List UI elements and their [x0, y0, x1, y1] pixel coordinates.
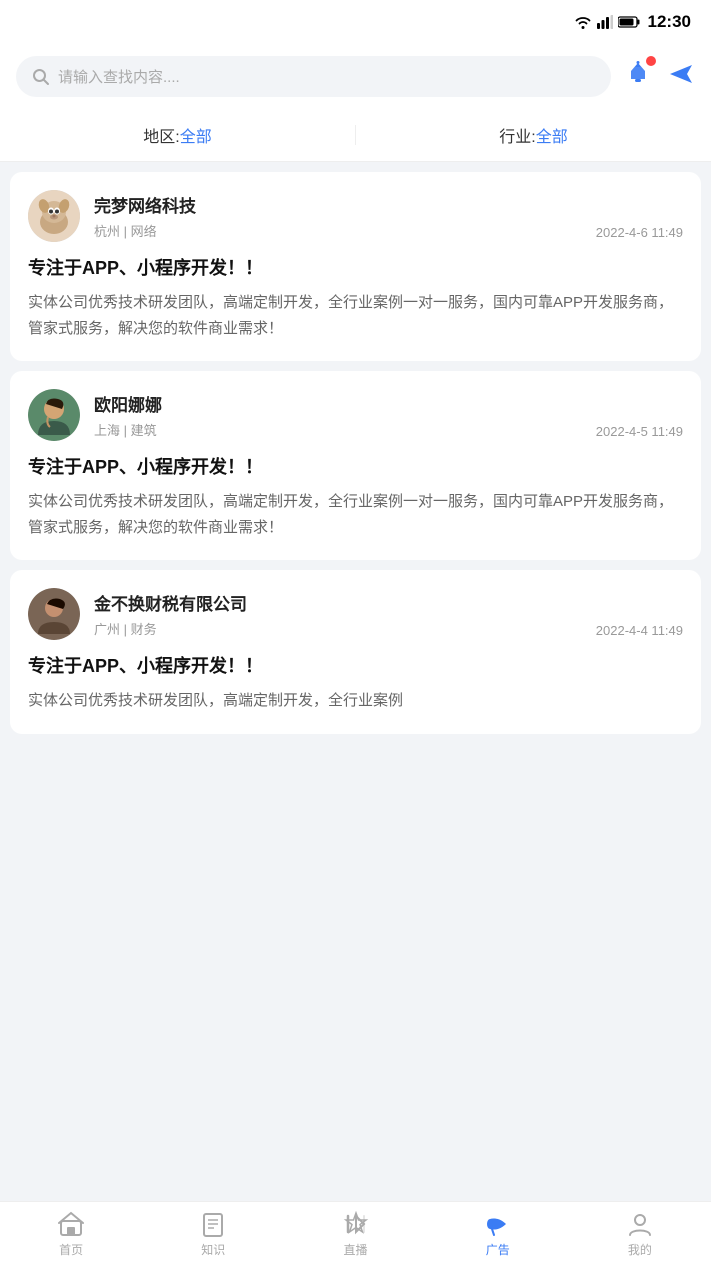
card-title: 专注于APP、小程序开发！！ — [28, 453, 683, 479]
live-icon — [343, 1211, 369, 1237]
card-header: 完梦网络科技 杭州 | 网络 2022-4-6 11:49 — [28, 190, 683, 242]
region-label: 地区: — [143, 129, 179, 146]
nav-item-live[interactable]: 直播 — [284, 1211, 426, 1258]
nav-label-me: 我的 — [628, 1241, 652, 1258]
header-icons — [623, 59, 695, 94]
card-date: 2022-4-4 11:49 — [596, 623, 683, 640]
nav-label-home: 首页 — [59, 1241, 83, 1258]
battery-icon — [618, 16, 640, 28]
ad-icon — [485, 1211, 511, 1237]
status-icons — [574, 15, 640, 29]
company-sub: 上海 | 建筑 — [94, 420, 582, 439]
nav-item-me[interactable]: 我的 — [569, 1211, 711, 1258]
filter-row: 地区:全部 行业:全部 — [0, 109, 711, 162]
nav-item-knowledge[interactable]: 知识 — [142, 1211, 284, 1258]
notification-badge — [646, 56, 656, 66]
search-area: 请输入查找内容.... — [0, 44, 711, 109]
company-sub: 杭州 | 网络 — [94, 221, 582, 240]
card-body: 实体公司优秀技术研发团队，高端定制开发，全行业案例一对一服务，国内可靠APP开发… — [28, 489, 683, 540]
card-meta: 完梦网络科技 杭州 | 网络 — [94, 192, 582, 240]
region-value: 全部 — [180, 129, 212, 146]
card-date: 2022-4-6 11:49 — [596, 225, 683, 242]
card-item[interactable]: 欧阳娜娜 上海 | 建筑 2022-4-5 11:49 专注于APP、小程序开发… — [10, 371, 701, 560]
company-name: 欧阳娜娜 — [94, 391, 582, 416]
signal-icon — [597, 15, 613, 29]
bottom-nav: 首页 知识 直播 广告 — [0, 1201, 711, 1271]
notification-button[interactable] — [623, 59, 653, 94]
industry-filter[interactable]: 行业:全部 — [356, 123, 711, 147]
me-icon — [627, 1211, 653, 1237]
search-box[interactable]: 请输入查找内容.... — [16, 56, 611, 97]
company-name: 完梦网络科技 — [94, 192, 582, 217]
card-meta: 欧阳娜娜 上海 | 建筑 — [94, 391, 582, 439]
send-button[interactable] — [667, 60, 695, 93]
card-header: 欧阳娜娜 上海 | 建筑 2022-4-5 11:49 — [28, 389, 683, 441]
search-placeholder: 请输入查找内容.... — [58, 66, 180, 87]
card-item[interactable]: 完梦网络科技 杭州 | 网络 2022-4-6 11:49 专注于APP、小程序… — [10, 172, 701, 361]
nav-item-home[interactable]: 首页 — [0, 1211, 142, 1258]
card-meta: 金不换财税有限公司 广州 | 财务 — [94, 590, 582, 638]
send-icon — [667, 60, 695, 88]
card-title: 专注于APP、小程序开发！！ — [28, 254, 683, 280]
nav-label-ad: 广告 — [486, 1241, 510, 1258]
nav-item-ad[interactable]: 广告 — [427, 1211, 569, 1258]
status-time: 12:30 — [648, 12, 691, 32]
industry-label: 行业: — [499, 129, 535, 146]
company-name: 金不换财税有限公司 — [94, 590, 582, 615]
cards-container: 完梦网络科技 杭州 | 网络 2022-4-6 11:49 专注于APP、小程序… — [0, 162, 711, 819]
card-date: 2022-4-5 11:49 — [596, 424, 683, 441]
status-bar: 12:30 — [0, 0, 711, 44]
card-item[interactable]: 金不换财税有限公司 广州 | 财务 2022-4-4 11:49 专注于APP、… — [10, 570, 701, 734]
card-header: 金不换财税有限公司 广州 | 财务 2022-4-4 11:49 — [28, 588, 683, 640]
avatar — [28, 588, 80, 640]
knowledge-icon — [200, 1211, 226, 1237]
card-body: 实体公司优秀技术研发团队，高端定制开发，全行业案例 — [28, 688, 683, 714]
home-icon — [58, 1211, 84, 1237]
company-sub: 广州 | 财务 — [94, 619, 582, 638]
region-filter[interactable]: 地区:全部 — [0, 123, 355, 147]
card-title: 专注于APP、小程序开发！！ — [28, 652, 683, 678]
cards-list: 完梦网络科技 杭州 | 网络 2022-4-6 11:49 专注于APP、小程序… — [0, 162, 711, 744]
nav-label-knowledge: 知识 — [201, 1241, 225, 1258]
search-icon — [32, 68, 50, 86]
card-body: 实体公司优秀技术研发团队，高端定制开发，全行业案例一对一服务，国内可靠APP开发… — [28, 290, 683, 341]
industry-value: 全部 — [536, 129, 568, 146]
avatar — [28, 190, 80, 242]
nav-label-live: 直播 — [344, 1241, 368, 1258]
wifi-icon — [574, 15, 592, 29]
avatar — [28, 389, 80, 441]
